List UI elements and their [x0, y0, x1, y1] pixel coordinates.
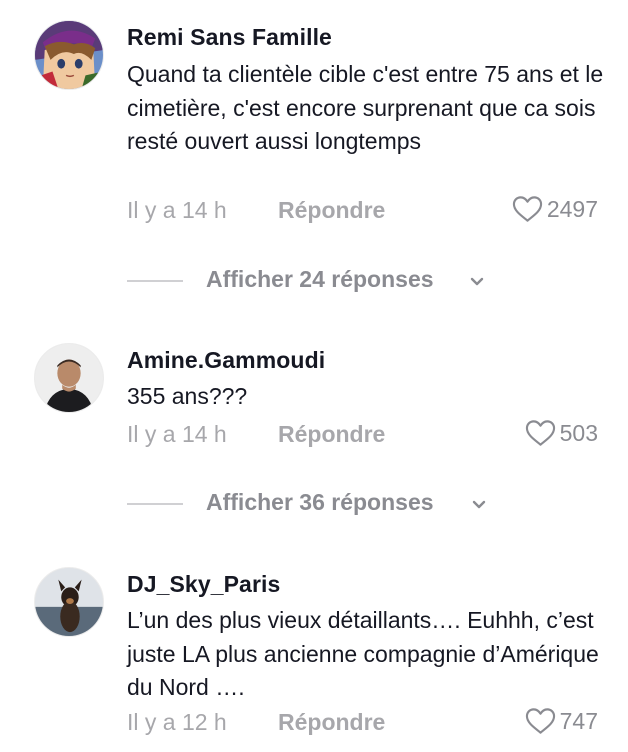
anime-character-avatar-icon [35, 21, 103, 89]
comment-timestamp: Il y a 14 h [127, 421, 227, 447]
view-replies-button[interactable]: Afficher 36 réponses [0, 489, 628, 519]
reply-button[interactable]: Répondre [278, 709, 385, 736]
like-count: 2497 [546, 195, 598, 222]
view-replies-label: Afficher 36 réponses [206, 489, 434, 515]
divider-line [127, 280, 183, 282]
chevron-down-icon [470, 277, 484, 286]
like-button[interactable]: 2497 [512, 195, 598, 223]
comment-timestamp: Il y a 14 h [127, 197, 227, 223]
comment-text: 355 ans??? [127, 383, 248, 409]
comment-username[interactable]: DJ_Sky_Paris [127, 571, 280, 598]
like-button[interactable]: 503 [525, 419, 598, 447]
chevron-down-icon [472, 500, 486, 509]
avatar[interactable] [34, 343, 104, 413]
avatar[interactable] [34, 20, 104, 90]
view-replies-button[interactable]: Afficher 24 réponses [0, 266, 628, 296]
comment-text: L’un des plus vieux détaillants…. Euhhh,… [127, 607, 599, 700]
view-replies-label: Afficher 24 réponses [206, 266, 434, 292]
avatar[interactable] [34, 567, 104, 637]
reply-button[interactable]: Répondre [278, 421, 385, 448]
dog-photo-avatar-icon [35, 568, 103, 636]
comment-timestamp: Il y a 12 h [127, 709, 227, 735]
like-count: 747 [559, 707, 598, 734]
comment-username[interactable]: Amine.Gammoudi [127, 347, 325, 374]
person-photo-avatar-icon [35, 344, 103, 412]
like-count: 503 [559, 419, 598, 446]
heart-icon [525, 420, 555, 446]
divider-line [127, 503, 183, 505]
heart-icon [525, 708, 555, 734]
comment-username[interactable]: Remi Sans Famille [127, 24, 332, 51]
like-button[interactable]: 747 [525, 707, 598, 735]
heart-icon [512, 196, 542, 222]
comment-text: Quand ta clientèle cible c'est entre 75 … [127, 61, 604, 154]
reply-button[interactable]: Répondre [278, 197, 385, 224]
